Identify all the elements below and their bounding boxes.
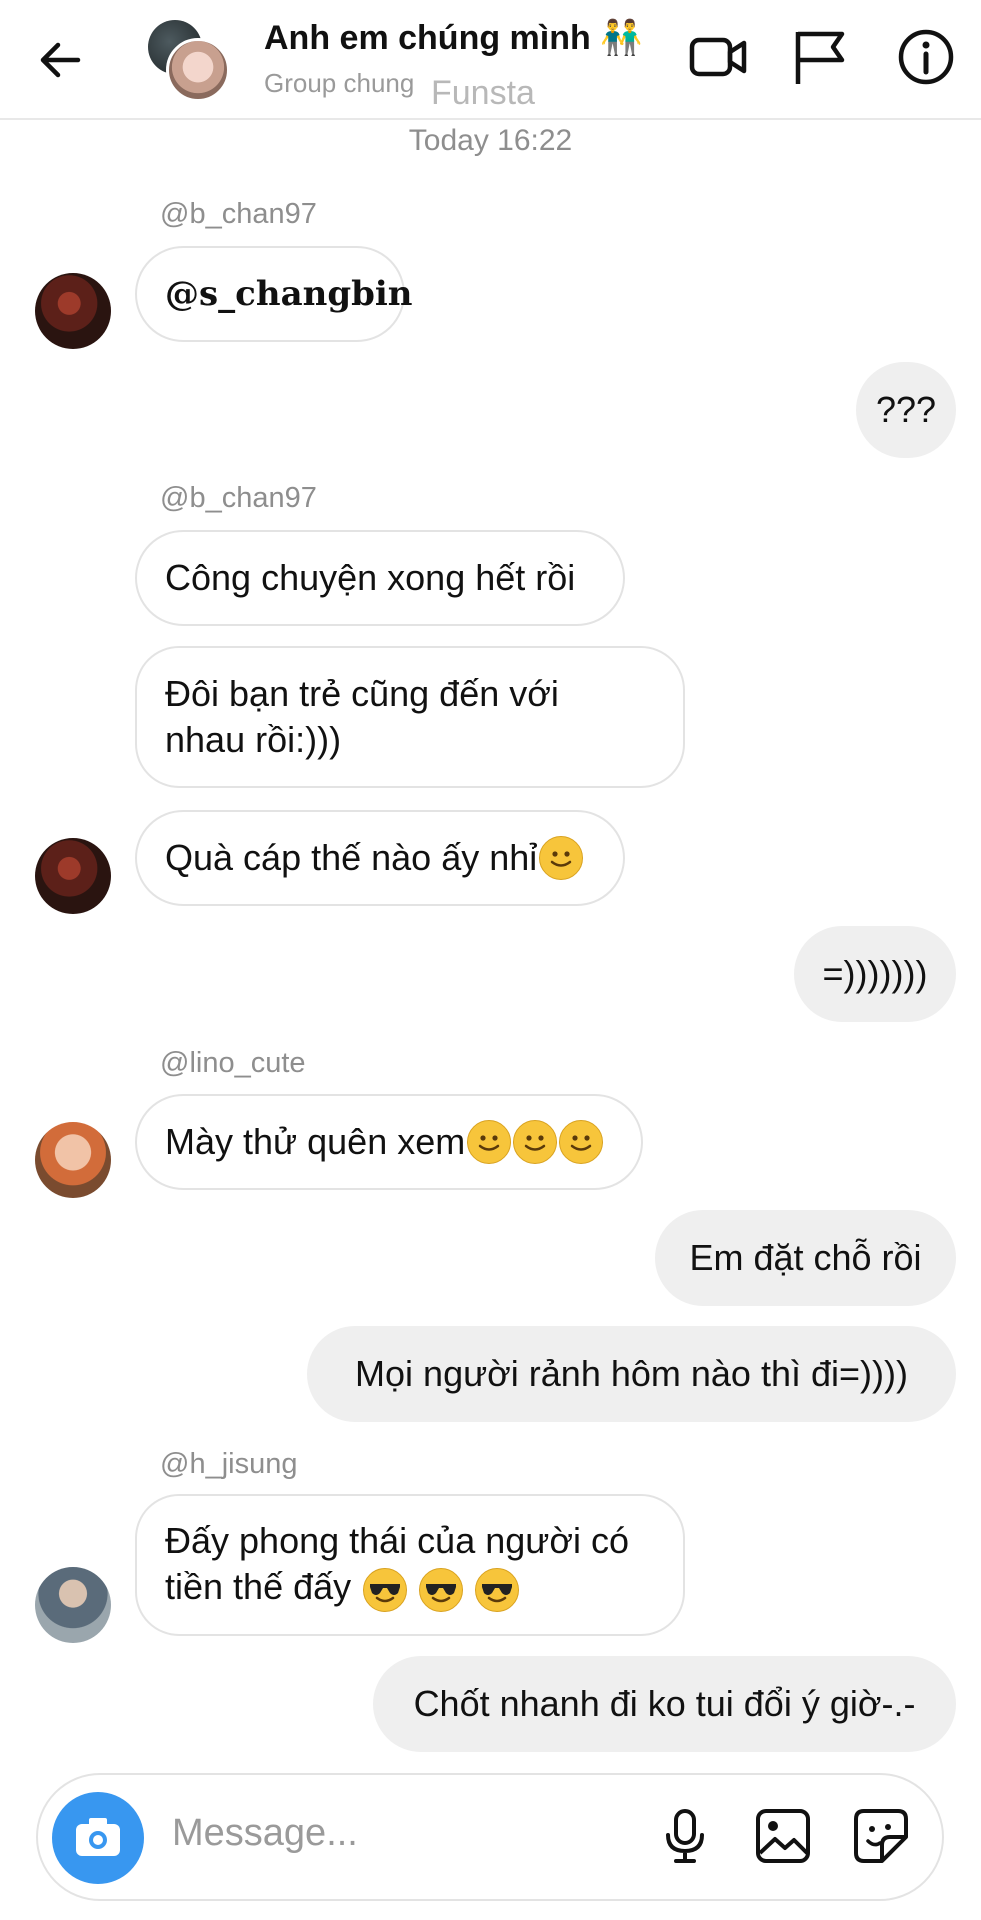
message-text: Mày thử quên xem: [165, 1121, 466, 1162]
message-text: Quà cáp thế nào ấy nhỉ: [165, 837, 538, 878]
chat-header: Anh em chúng mình 👬 Group chung Funsta: [0, 0, 981, 120]
message-bubble[interactable]: Chốt nhanh đi ko tui đổi ý giờ-.-: [373, 1656, 956, 1752]
message-text: ???: [875, 389, 937, 430]
sunglasses-emoji-icon: [363, 1567, 408, 1612]
avatar[interactable]: [35, 273, 111, 349]
avatar: [166, 38, 230, 102]
smile-emoji-icon: [539, 836, 584, 880]
sticker-icon[interactable]: [850, 1805, 912, 1867]
back-arrow-icon[interactable]: [36, 36, 84, 84]
video-call-icon[interactable]: [688, 26, 750, 88]
microphone-icon[interactable]: [654, 1805, 716, 1867]
sender-name: @b_chan97: [160, 198, 317, 230]
sender-name: @lino_cute: [160, 1047, 306, 1079]
avatar[interactable]: [35, 838, 111, 914]
message-bubble[interactable]: @s_changbin: [135, 246, 413, 342]
info-icon[interactable]: [895, 26, 957, 88]
watermark-text: Funsta: [431, 74, 535, 112]
message-bubble[interactable]: =))))))): [794, 926, 956, 1022]
message-bubble[interactable]: Đôi bạn trẻ cũng đến với nhau rồi:))): [135, 646, 685, 788]
message-text: @s_changbin: [165, 274, 413, 314]
message-text: tiền thế đấy: [165, 1566, 352, 1608]
message-input[interactable]: Message...: [172, 1812, 358, 1855]
message-bubble[interactable]: Mọi người rảnh hôm nào thì đi=)))): [307, 1326, 956, 1422]
message-text: Chốt nhanh đi ko tui đổi ý giờ-.-: [413, 1683, 916, 1724]
message-text: =))))))): [822, 953, 928, 994]
smile-emoji-icon: [513, 1120, 558, 1164]
camera-icon: [76, 1818, 120, 1856]
sender-name: @h_jisung: [160, 1448, 298, 1480]
sunglasses-emoji-icon: [419, 1567, 464, 1612]
gallery-icon[interactable]: [752, 1805, 814, 1867]
message-bubble[interactable]: Quà cáp thế nào ấy nhỉ: [135, 810, 625, 906]
camera-button[interactable]: [52, 1792, 144, 1884]
message-bubble[interactable]: Công chuyện xong hết rồi: [135, 530, 625, 626]
chat-subtitle: Group chung: [264, 68, 415, 98]
message-bubble[interactable]: ???: [856, 362, 956, 458]
chat-title[interactable]: Anh em chúng mình 👬: [264, 18, 643, 58]
message-text: nhau rồi:))): [165, 719, 342, 760]
sender-name: @b_chan97: [160, 482, 317, 514]
message-text: Mọi người rảnh hôm nào thì đi=)))): [355, 1353, 908, 1394]
message-bubble[interactable]: Em đặt chỗ rồi: [655, 1210, 956, 1306]
timestamp: Today 16:22: [408, 124, 573, 157]
message-text: Công chuyện xong hết rồi: [165, 557, 576, 598]
avatar[interactable]: [35, 1567, 111, 1643]
message-text: Đấy phong thái của người có: [165, 1520, 629, 1562]
flag-icon[interactable]: [790, 26, 852, 88]
message-text: Đôi bạn trẻ cũng đến với: [165, 673, 559, 714]
smile-emoji-icon: [559, 1120, 604, 1164]
message-bubble[interactable]: Mày thử quên xem: [135, 1094, 643, 1190]
group-avatar[interactable]: [148, 20, 230, 102]
sunglasses-emoji-icon: [475, 1567, 520, 1612]
message-text: Em đặt chỗ rồi: [689, 1237, 922, 1278]
message-bubble[interactable]: Đấy phong thái của người có tiền thế đấy: [135, 1494, 685, 1636]
smile-emoji-icon: [467, 1120, 512, 1164]
avatar[interactable]: [35, 1122, 111, 1198]
